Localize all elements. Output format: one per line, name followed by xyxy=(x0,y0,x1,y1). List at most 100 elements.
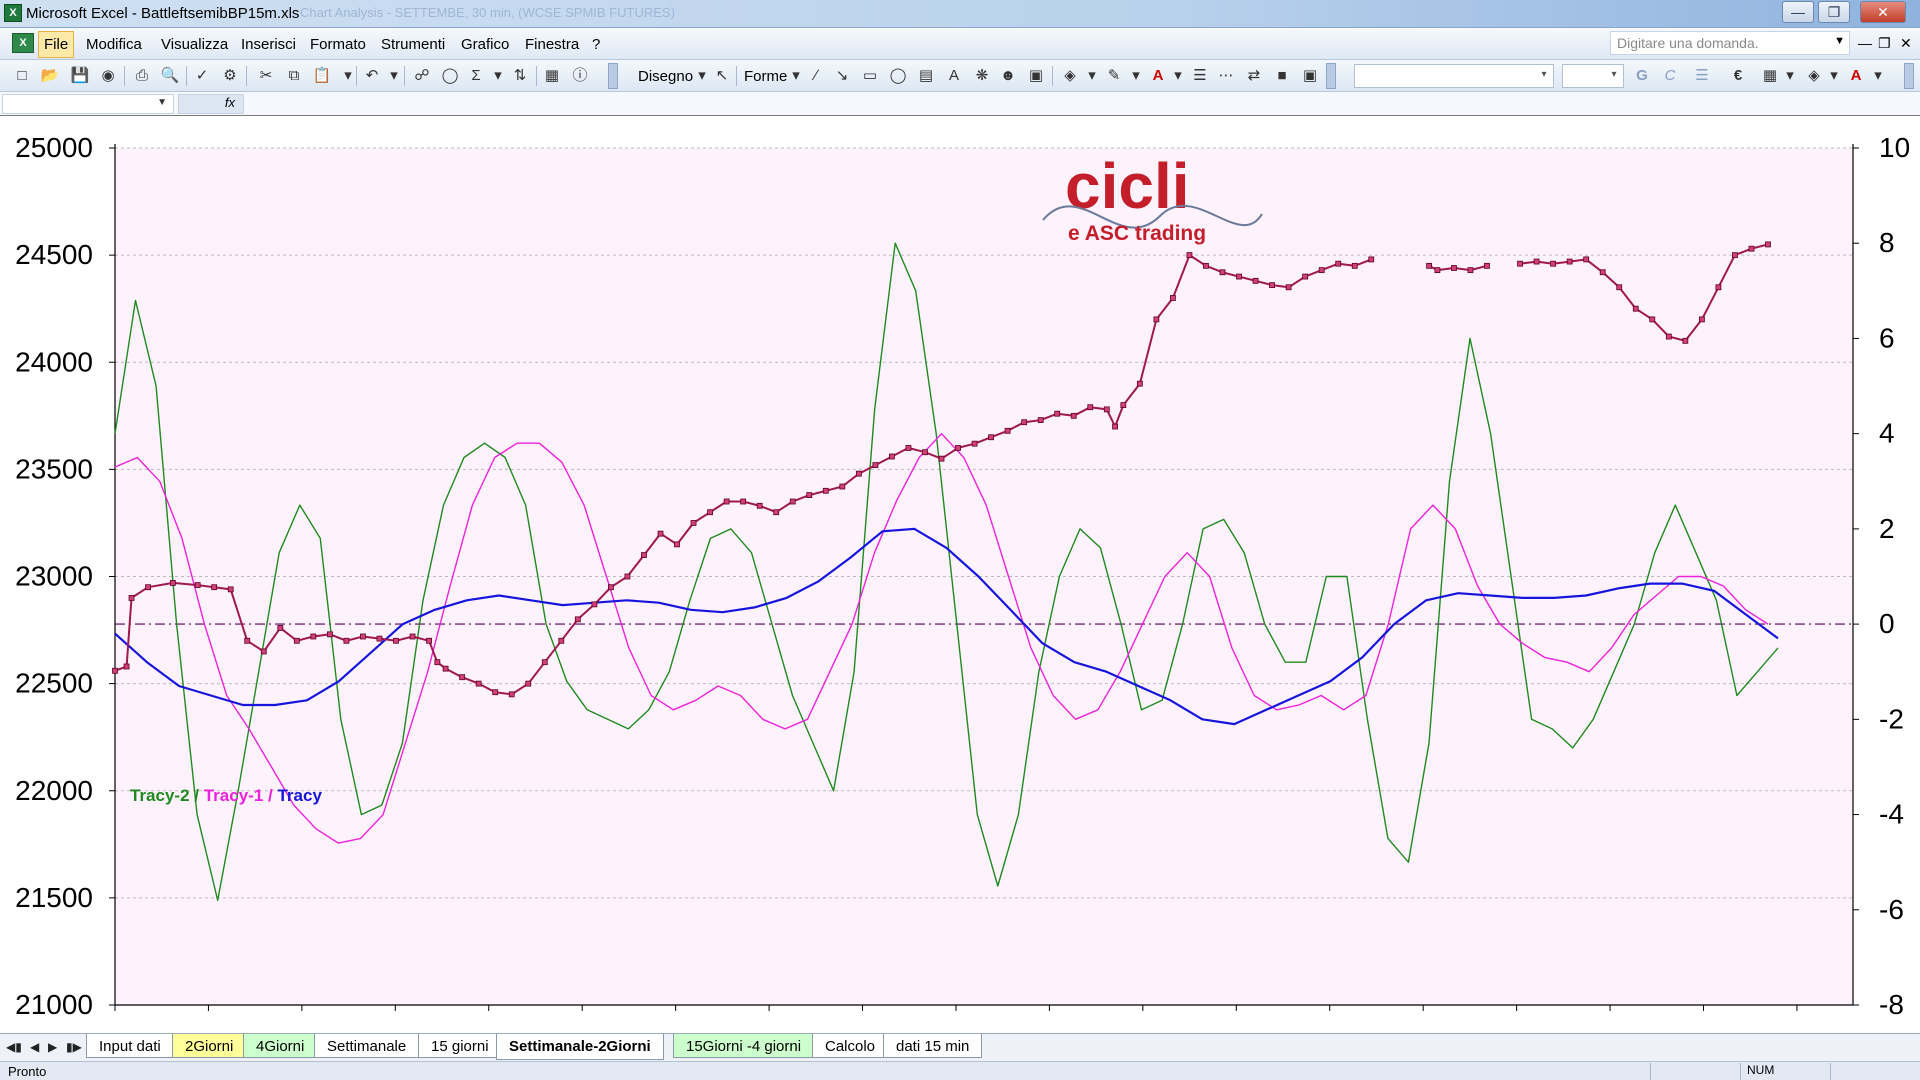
sort-icon[interactable]: ⇅ xyxy=(510,66,530,86)
rectangle-icon[interactable]: ▭ xyxy=(860,66,880,86)
forme-menu[interactable]: Forme xyxy=(744,68,787,85)
toolbar-options-icon[interactable] xyxy=(1326,63,1336,89)
help-dropdown-icon[interactable]: ▼ xyxy=(1834,35,1845,47)
font-name-dropdown-icon[interactable]: ▾ xyxy=(1537,69,1551,83)
name-box[interactable]: ▼ xyxy=(2,94,174,114)
chart-wizard-icon[interactable]: ▦ xyxy=(542,66,562,86)
tab-dati-15-min[interactable]: dati 15 min xyxy=(883,1034,983,1058)
first-sheet-icon[interactable]: ◀▮ xyxy=(6,1040,22,1054)
save-icon[interactable]: 💾 xyxy=(70,66,90,86)
euro-icon[interactable]: € xyxy=(1728,66,1748,86)
font-name-select[interactable]: ▾ xyxy=(1354,64,1554,88)
excel-app-icon[interactable]: X xyxy=(4,4,22,22)
prev-sheet-icon[interactable]: ◀ xyxy=(30,1040,39,1054)
tab-15-giorni[interactable]: 15 giorni xyxy=(418,1034,502,1058)
tab-settimanale-2giorni[interactable]: Settimanale-2Giorni xyxy=(496,1034,664,1060)
menu-visualizza[interactable]: Visualizza xyxy=(161,36,228,53)
cell-fill-dropdown-icon[interactable]: ▾ xyxy=(1824,66,1844,86)
font-size-select[interactable]: ▾ xyxy=(1562,64,1624,88)
web-icon[interactable]: ◯ xyxy=(440,66,460,86)
menu-help[interactable]: ? xyxy=(592,36,600,53)
autosum-icon[interactable]: Σ xyxy=(466,66,486,86)
restore-button[interactable]: ❐ xyxy=(1818,1,1850,23)
menu-strumenti[interactable]: Strumenti xyxy=(381,36,445,53)
cell-fill-icon[interactable]: ◈ xyxy=(1804,66,1824,86)
font-color-dropdown-icon[interactable]: ▾ xyxy=(1168,66,1188,86)
text-color-dropdown-icon[interactable]: ▾ xyxy=(1868,66,1888,86)
tab-2giorni[interactable]: 2Giorni xyxy=(172,1034,247,1058)
arrow-style-icon[interactable]: ⇄ xyxy=(1244,66,1264,86)
paste-dropdown-icon[interactable]: ▾ xyxy=(338,66,358,86)
menu-inserisci[interactable]: Inserisci xyxy=(241,36,296,53)
line-icon[interactable]: ∕ xyxy=(806,66,826,86)
font-color-icon[interactable]: A xyxy=(1148,66,1168,86)
permission-icon[interactable]: ◉ xyxy=(98,66,118,86)
line-color-dropdown-icon[interactable]: ▾ xyxy=(1126,66,1146,86)
print-icon[interactable]: ⎙ xyxy=(132,66,152,86)
undo-dropdown-icon[interactable]: ▾ xyxy=(384,66,404,86)
3d-icon[interactable]: ▣ xyxy=(1300,66,1320,86)
picture-icon[interactable]: ▣ xyxy=(1026,66,1046,86)
diagram-icon[interactable]: ❋ xyxy=(972,66,992,86)
spelling-icon[interactable]: ✓ xyxy=(192,66,212,86)
bold-icon[interactable]: G xyxy=(1632,66,1652,86)
menu-finestra[interactable]: Finestra xyxy=(525,36,579,53)
line-style-icon[interactable]: ☰ xyxy=(1190,66,1210,86)
fill-color-dropdown-icon[interactable]: ▾ xyxy=(1082,66,1102,86)
research-icon[interactable]: ⚙ xyxy=(220,66,240,86)
new-icon[interactable]: □ xyxy=(12,66,32,86)
arrow-icon[interactable]: ↘ xyxy=(832,66,852,86)
name-box-dropdown-icon[interactable]: ▼ xyxy=(157,97,167,108)
toolbar-options-icon[interactable] xyxy=(1904,63,1914,89)
shadow-icon[interactable]: ■ xyxy=(1272,66,1292,86)
align-center-icon[interactable]: ☰ xyxy=(1692,66,1712,86)
undo-icon[interactable]: ↶ xyxy=(362,66,382,86)
textbox-icon[interactable]: ▤ xyxy=(916,66,936,86)
minimize-button[interactable]: — xyxy=(1782,1,1814,23)
help-search-input[interactable]: Digitare una domanda. ▼ xyxy=(1610,31,1850,55)
fill-color-icon[interactable]: ◈ xyxy=(1060,66,1080,86)
doc-restore-button[interactable]: ❐ xyxy=(1878,35,1891,52)
chart-sheet[interactable]: 25000 24500 24000 23500 23000 22500 22000 21500… xyxy=(0,116,1920,1033)
forme-dropdown-icon[interactable]: ▾ xyxy=(786,66,806,86)
toolbar-options-icon[interactable] xyxy=(608,63,618,89)
tab-settimanale[interactable]: Settimanale xyxy=(314,1034,420,1058)
disegno-menu[interactable]: Disegno xyxy=(638,68,693,85)
line-color-icon[interactable]: ✎ xyxy=(1104,66,1124,86)
last-sheet-icon[interactable]: ▮▶ xyxy=(66,1040,82,1054)
italic-icon[interactable]: C xyxy=(1660,66,1680,86)
menu-modifica[interactable]: Modifica xyxy=(86,36,142,53)
text-color-icon[interactable]: A xyxy=(1846,66,1866,86)
wordart-icon[interactable]: A xyxy=(944,66,964,86)
menu-file[interactable]: File xyxy=(38,31,75,58)
tab-input-dati[interactable]: Input dati xyxy=(86,1034,174,1058)
copy-icon[interactable]: ⧉ xyxy=(284,66,304,86)
disegno-dropdown-icon[interactable]: ▾ xyxy=(692,66,712,86)
hyperlink-icon[interactable]: ☍ xyxy=(412,66,432,86)
print-preview-icon[interactable]: 🔍 xyxy=(160,66,180,86)
function-icon[interactable]: fx xyxy=(178,94,244,114)
tab-calcolo[interactable]: Calcolo xyxy=(812,1034,889,1058)
oval-icon[interactable]: ◯ xyxy=(888,66,908,86)
open-icon[interactable]: 📂 xyxy=(40,66,60,86)
font-size-dropdown-icon[interactable]: ▾ xyxy=(1607,69,1621,83)
menu-formato[interactable]: Formato xyxy=(310,36,366,53)
tab-4giorni[interactable]: 4Giorni xyxy=(243,1034,318,1058)
borders-dropdown-icon[interactable]: ▾ xyxy=(1780,66,1800,86)
clipart-icon[interactable]: ☻ xyxy=(998,66,1018,86)
dash-style-icon[interactable]: ⋯ xyxy=(1216,66,1236,86)
menu-grafico[interactable]: Grafico xyxy=(461,36,509,53)
autosum-dropdown-icon[interactable]: ▾ xyxy=(488,66,508,86)
help-icon[interactable]: ⓘ xyxy=(570,66,590,86)
workbook-icon[interactable]: X xyxy=(12,33,34,53)
tab-15giorni-4giorni[interactable]: 15Giorni -4 giorni xyxy=(673,1034,815,1058)
borders-icon[interactable]: ▦ xyxy=(1760,66,1780,86)
doc-minimize-button[interactable]: — xyxy=(1858,35,1872,51)
close-button[interactable]: ✕ xyxy=(1860,1,1906,23)
paste-icon[interactable]: 📋 xyxy=(312,66,332,86)
cut-icon[interactable]: ✂ xyxy=(256,66,276,86)
select-pointer-icon[interactable]: ↖ xyxy=(712,66,732,86)
doc-close-button[interactable]: ✕ xyxy=(1900,35,1912,52)
chart-canvas[interactable]: 25000 24500 24000 23500 23000 22500 22000 21500… xyxy=(0,116,1920,1033)
next-sheet-icon[interactable]: ▶ xyxy=(48,1040,57,1054)
